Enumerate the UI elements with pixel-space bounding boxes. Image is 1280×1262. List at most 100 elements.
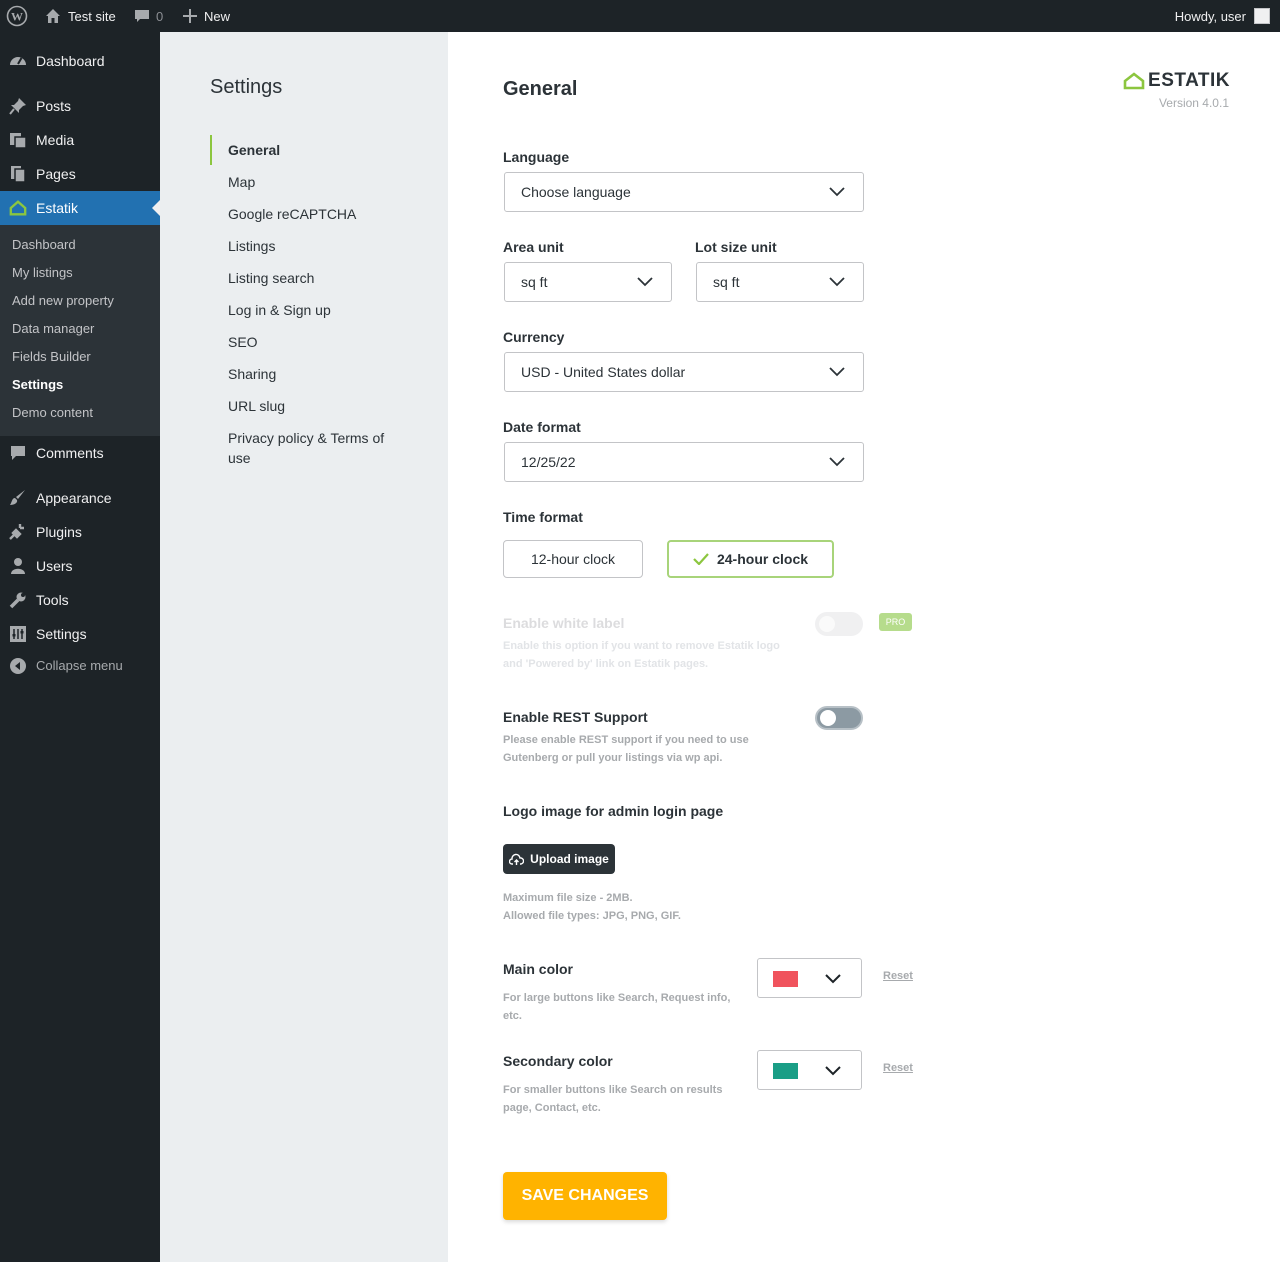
area-unit-select[interactable]: sq ft xyxy=(504,262,672,302)
submenu-my-listings[interactable]: My listings xyxy=(12,263,73,283)
submenu-data-manager[interactable]: Data manager xyxy=(12,319,94,339)
settings-nav-login-signup[interactable]: Log in & Sign up xyxy=(228,300,398,320)
user-icon xyxy=(9,557,27,575)
pro-badge: PRO xyxy=(879,613,912,631)
lot-size-value: sq ft xyxy=(713,274,740,290)
chevron-down-icon xyxy=(829,457,845,467)
new-content-link[interactable]: New xyxy=(182,0,230,32)
menu-item-dashboard[interactable]: Dashboard xyxy=(0,44,160,78)
estatik-logo: ESTATIK xyxy=(1123,70,1230,92)
time-format-label: Time format xyxy=(503,509,583,525)
comment-icon xyxy=(135,10,149,22)
rest-support-toggle[interactable] xyxy=(815,706,863,730)
settings-nav-listings[interactable]: Listings xyxy=(228,236,398,256)
site-link[interactable]: Test site xyxy=(44,0,116,32)
area-unit-value: sq ft xyxy=(521,274,548,290)
chevron-down-icon xyxy=(829,277,845,287)
menu-item-plugins[interactable]: Plugins xyxy=(0,515,160,549)
toggle-knob xyxy=(820,710,836,726)
submenu-add-new-property[interactable]: Add new property xyxy=(12,291,114,311)
settings-nav-map[interactable]: Map xyxy=(228,172,398,192)
menu-item-comments[interactable]: Comments xyxy=(0,436,160,470)
language-select[interactable]: Choose language xyxy=(504,172,864,212)
admin-menu: Dashboard Posts Media Pages Estatik Dash… xyxy=(0,32,160,1262)
comments-count: 0 xyxy=(156,8,164,24)
chevron-down-icon xyxy=(637,277,653,287)
lot-size-select[interactable]: sq ft xyxy=(696,262,864,302)
rest-support-desc: Please enable REST support if you need t… xyxy=(503,734,749,764)
time-12h-label: 12-hour clock xyxy=(530,551,616,567)
logo-upload-title: Logo image for admin login page xyxy=(503,803,724,819)
collapse-arrow-icon xyxy=(10,658,26,674)
menu-item-posts[interactable]: Posts xyxy=(0,89,160,123)
menu-item-appearance[interactable]: Appearance xyxy=(0,481,160,515)
date-format-select[interactable]: 12/25/22 xyxy=(504,442,864,482)
secondary-color-reset[interactable]: Reset xyxy=(883,1062,913,1074)
menu-item-pages[interactable]: Pages xyxy=(0,157,160,191)
settings-nav-title: Settings xyxy=(210,76,283,98)
currency-label: Currency xyxy=(503,329,565,345)
rest-support-title: Enable REST Support xyxy=(503,709,648,725)
menu-item-tools[interactable]: Tools xyxy=(0,583,160,617)
main-color-reset[interactable]: Reset xyxy=(883,970,913,982)
lot-size-label: Lot size unit xyxy=(695,239,777,255)
secondary-color-swatch xyxy=(773,1063,798,1079)
secondary-color-desc: For smaller buttons like Search on resul… xyxy=(503,1084,723,1114)
time-24h-label: 24-hour clock xyxy=(716,551,809,567)
toggle-knob xyxy=(819,616,835,632)
chevron-down-icon xyxy=(825,1066,841,1076)
white-label-toggle[interactable] xyxy=(815,612,863,636)
settings-icon xyxy=(9,625,27,643)
comment-icon xyxy=(9,444,27,462)
settings-nav-listing-search[interactable]: Listing search xyxy=(228,268,398,288)
settings-nav-seo[interactable]: SEO xyxy=(228,332,398,352)
comments-link[interactable]: 0 xyxy=(134,0,163,32)
submenu-settings[interactable]: Settings xyxy=(12,375,63,395)
settings-nav-general[interactable]: General xyxy=(228,140,398,160)
submenu-dashboard[interactable]: Dashboard xyxy=(12,235,76,255)
account-link[interactable]: Howdy, user xyxy=(1175,0,1270,32)
svg-text:W: W xyxy=(11,10,23,24)
menu-item-media[interactable]: Media xyxy=(0,123,160,157)
settings-nav-sharing[interactable]: Sharing xyxy=(228,364,398,384)
admin-bar: W Test site 0 New Howdy, user xyxy=(0,0,1280,32)
white-label-title: Enable white label xyxy=(503,615,625,631)
estatik-house-icon xyxy=(9,199,27,217)
save-changes-button[interactable]: SAVE CHANGES xyxy=(503,1172,667,1220)
menu-item-estatik[interactable]: Estatik xyxy=(0,191,160,225)
chevron-down-icon xyxy=(829,187,845,197)
main-color-picker[interactable] xyxy=(757,958,862,998)
active-indicator xyxy=(210,135,212,165)
page-title: General xyxy=(503,78,578,100)
chevron-down-icon xyxy=(829,367,845,377)
language-value: Choose language xyxy=(521,184,631,200)
plus-icon xyxy=(183,9,197,23)
secondary-color-picker[interactable] xyxy=(757,1050,862,1090)
check-icon xyxy=(693,553,709,565)
time-24h-button[interactable]: 24-hour clock xyxy=(667,540,834,578)
upload-label: Upload image xyxy=(530,852,609,866)
upload-image-button[interactable]: Upload image xyxy=(503,844,615,874)
date-format-label: Date format xyxy=(503,419,581,435)
submenu-fields-builder[interactable]: Fields Builder xyxy=(12,347,91,367)
settings-nav-url-slug[interactable]: URL slug xyxy=(228,396,398,416)
submenu-demo-content[interactable]: Demo content xyxy=(12,403,93,423)
site-name: Test site xyxy=(68,8,116,24)
currency-select[interactable]: USD - United States dollar xyxy=(504,352,864,392)
main-color-desc: For large buttons like Search, Request i… xyxy=(503,992,731,1022)
menu-item-settings[interactable]: Settings xyxy=(0,617,160,651)
file-types-note: Allowed file types: JPG, PNG, GIF. xyxy=(503,910,681,922)
wordpress-logo-icon[interactable]: W xyxy=(6,0,28,32)
file-size-note: Maximum file size - 2MB. xyxy=(503,892,633,904)
upload-cloud-icon xyxy=(509,853,525,865)
time-12h-button[interactable]: 12-hour clock xyxy=(503,540,643,578)
settings-nav-privacy[interactable]: Privacy policy & Terms of use xyxy=(228,428,398,468)
collapse-menu-button[interactable]: Collapse menu xyxy=(0,654,160,678)
menu-item-users[interactable]: Users xyxy=(0,549,160,583)
area-unit-label: Area unit xyxy=(503,239,564,255)
settings-nav: Settings General Map Google reCAPTCHA Li… xyxy=(160,32,448,1262)
settings-nav-recaptcha[interactable]: Google reCAPTCHA xyxy=(228,204,398,224)
white-label-desc: Enable this option if you want to remove… xyxy=(503,640,780,670)
date-format-value: 12/25/22 xyxy=(521,454,576,470)
pin-icon xyxy=(9,97,27,115)
